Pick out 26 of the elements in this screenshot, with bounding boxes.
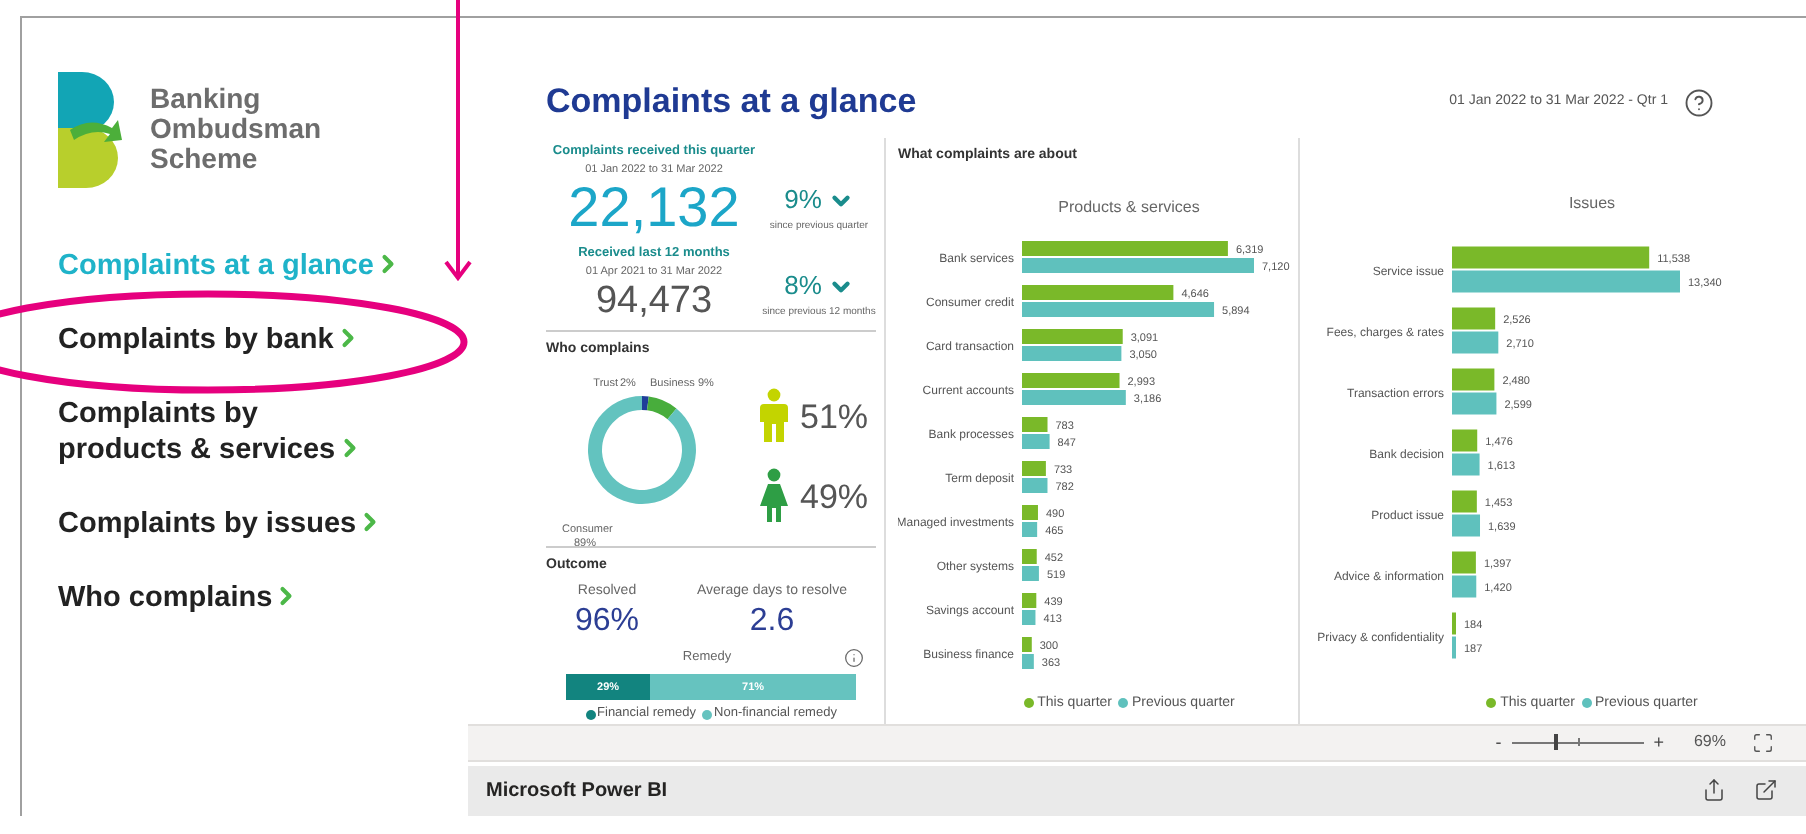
chart-title: Products & services [1058,195,1200,220]
nav-link[interactable]: Complaints by issues [58,506,438,542]
nav-link[interactable]: Complaints by products & services [58,396,438,468]
zoom-slider[interactable] [1511,732,1644,753]
chart-title: Issues [1568,192,1616,217]
footer-title: Microsoft Power BI [486,777,668,806]
kpi-value: 22,132 [568,178,740,239]
change-percent: 8% [784,268,822,305]
help-icon[interactable] [1684,87,1714,118]
slider-thumb[interactable] [1554,734,1559,751]
zoom-out-button[interactable]: - [1495,729,1502,757]
zoom-in-button[interactable]: + [1653,729,1664,757]
open-external-icon[interactable] [1754,778,1778,803]
kpi-value: 94,473 [595,280,713,325]
zoom-percent: 69% [1693,730,1726,755]
gender-percent: 51% [800,395,869,439]
nav-link[interactable]: Who complains [58,580,438,616]
stat-value: 2.6 [749,602,795,643]
share-icon[interactable] [1702,778,1726,803]
info-icon[interactable] [844,648,864,669]
fit-to-page-icon[interactable] [1752,731,1774,754]
stat-value: 96% [574,602,640,643]
report-title: Complaints at a glance [546,80,917,125]
brand-name: Banking Ombudsman Scheme [150,83,322,173]
gender-percent: 49% [800,475,869,519]
change-percent: 9% [784,182,822,219]
